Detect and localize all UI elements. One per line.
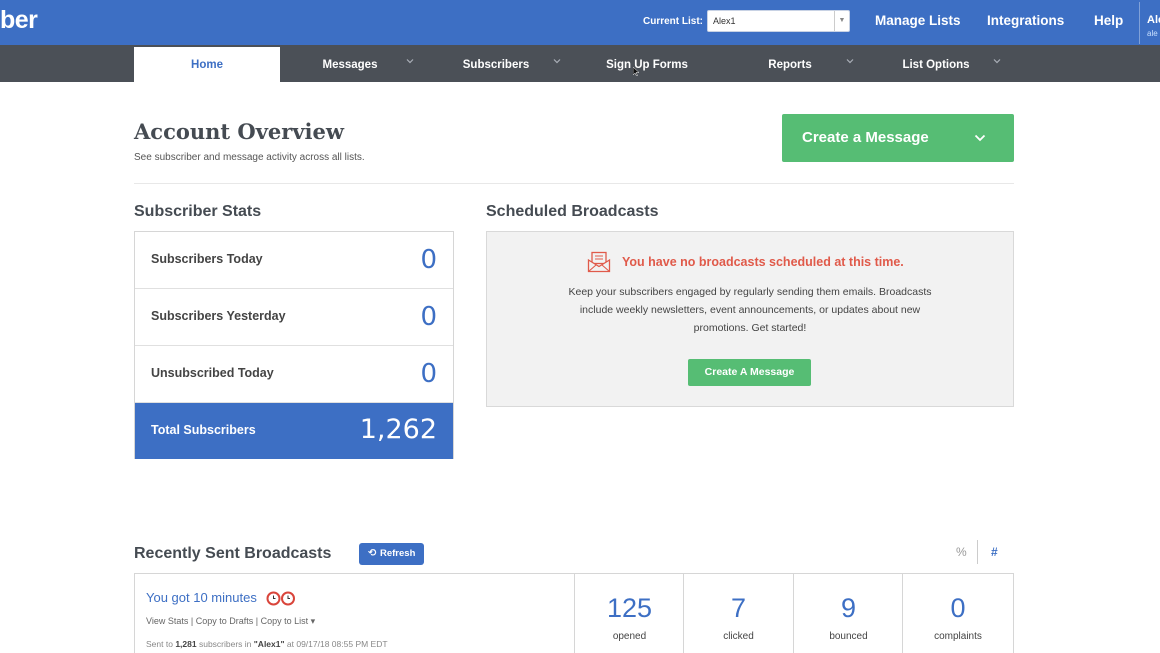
create-a-message-button[interactable]: Create A Message <box>688 359 811 386</box>
current-list-value: Alex1 <box>713 16 736 26</box>
sent-list-name: "Alex1" <box>253 639 285 649</box>
stat-row-total-subscribers: Total Subscribers 1,262 <box>135 403 453 459</box>
page-title: Account Overview <box>134 119 344 144</box>
stat-value: 0 <box>420 359 437 389</box>
chevron-down-icon[interactable] <box>993 57 1001 65</box>
recent-broadcasts-heading: Recently Sent Broadcasts <box>134 545 332 562</box>
tab-subscribers[interactable]: Subscribers <box>446 47 546 82</box>
copy-to-drafts-link[interactable]: Copy to Drafts <box>196 616 254 626</box>
metric-label: bounced <box>829 631 868 642</box>
alarm-clock-icon <box>266 591 295 606</box>
current-list-select[interactable]: Alex1 ▼ <box>707 10 850 32</box>
metric-clicked[interactable]: 7 clicked <box>683 573 793 653</box>
broadcast-title-link[interactable]: You got 10 minutes <box>146 590 257 605</box>
tab-sign-up-forms[interactable]: Sign Up Forms <box>597 47 697 82</box>
no-broadcasts-description: Keep your subscribers engaged by regular… <box>568 286 932 334</box>
toggle-count[interactable]: # <box>991 545 998 559</box>
chevron-down-icon[interactable] <box>553 57 561 65</box>
metric-label: clicked <box>723 631 754 642</box>
metric-bounced[interactable]: 9 bounced <box>793 573 903 653</box>
subscriber-stats-heading: Subscriber Stats <box>134 203 262 220</box>
refresh-button[interactable]: ⟲ Refresh <box>359 543 424 565</box>
logo[interactable]: ber <box>0 6 38 35</box>
manage-lists-link[interactable]: Manage Lists <box>875 13 961 28</box>
no-broadcasts-message: You have no broadcasts scheduled at this… <box>622 255 904 269</box>
stat-row-unsubscribed-today: Unsubscribed Today 0 <box>135 346 453 403</box>
chevron-down-icon[interactable] <box>846 57 854 65</box>
stat-label: Subscribers Today <box>151 252 263 266</box>
stat-value: 0 <box>420 245 437 275</box>
integrations-link[interactable]: Integrations <box>987 13 1064 28</box>
metric-opened[interactable]: 125 opened <box>574 573 684 653</box>
stat-value: 0 <box>420 302 437 332</box>
chevron-down-icon: ▼ <box>834 11 849 31</box>
create-message-button[interactable]: Create a Message <box>782 114 1014 162</box>
sent-prefix: Sent to <box>146 639 173 649</box>
tab-messages[interactable]: Messages <box>300 47 400 82</box>
toggle-divider <box>977 540 978 564</box>
tab-reports[interactable]: Reports <box>740 47 840 82</box>
broadcast-sent-info: Sent to 1,281 subscribers in "Alex1" at … <box>146 639 388 649</box>
metric-value: 9 <box>840 593 857 623</box>
subscriber-stats-panel: Subscribers Today 0 Subscribers Yesterda… <box>134 231 454 459</box>
header-divider <box>134 183 1014 184</box>
refresh-icon: ⟲ <box>368 548 377 559</box>
sent-mid: subscribers in <box>198 639 252 649</box>
tab-home[interactable]: Home <box>134 47 280 82</box>
sent-timestamp: at 09/17/18 08:55 PM EDT <box>286 639 388 649</box>
metric-value: 0 <box>950 593 966 623</box>
stat-value: 1,262 <box>359 414 437 445</box>
view-stats-link[interactable]: View Stats <box>146 616 188 626</box>
chevron-down-icon <box>974 134 986 142</box>
toggle-percent[interactable]: % <box>956 545 967 559</box>
scheduled-broadcasts-heading: Scheduled Broadcasts <box>486 203 659 220</box>
create-message-label: Create a Message <box>802 129 929 146</box>
user-email: ale <box>1147 29 1158 38</box>
metric-value: 125 <box>606 593 653 623</box>
page-subtitle: See subscriber and message activity acro… <box>134 152 365 163</box>
current-list-label: Current List: <box>643 16 703 27</box>
metric-label: opened <box>612 631 647 642</box>
stat-row-subscribers-yesterday: Subscribers Yesterday 0 <box>135 289 453 346</box>
metric-value: 7 <box>730 593 747 623</box>
refresh-label: Refresh <box>380 548 416 559</box>
top-divider <box>1139 2 1140 44</box>
broadcast-actions: View Stats | Copy to Drafts | Copy to Li… <box>146 616 316 626</box>
stat-label: Unsubscribed Today <box>151 366 274 380</box>
metric-label: complaints <box>934 631 982 642</box>
chevron-down-icon[interactable] <box>406 57 414 65</box>
metric-complaints[interactable]: 0 complaints <box>902 573 1013 653</box>
sent-count: 1,281 <box>175 639 197 649</box>
copy-to-list-link[interactable]: Copy to List ▾ <box>261 616 316 626</box>
stat-label: Total Subscribers <box>151 423 256 437</box>
user-menu[interactable]: Ale <box>1147 14 1160 26</box>
help-link[interactable]: Help <box>1094 13 1123 28</box>
top-bar <box>0 0 1160 45</box>
tab-list-options[interactable]: List Options <box>886 47 986 82</box>
mouse-cursor-icon <box>633 67 639 76</box>
envelope-icon <box>587 251 611 273</box>
stat-row-subscribers-today: Subscribers Today 0 <box>135 232 453 289</box>
stat-label: Subscribers Yesterday <box>151 309 286 323</box>
